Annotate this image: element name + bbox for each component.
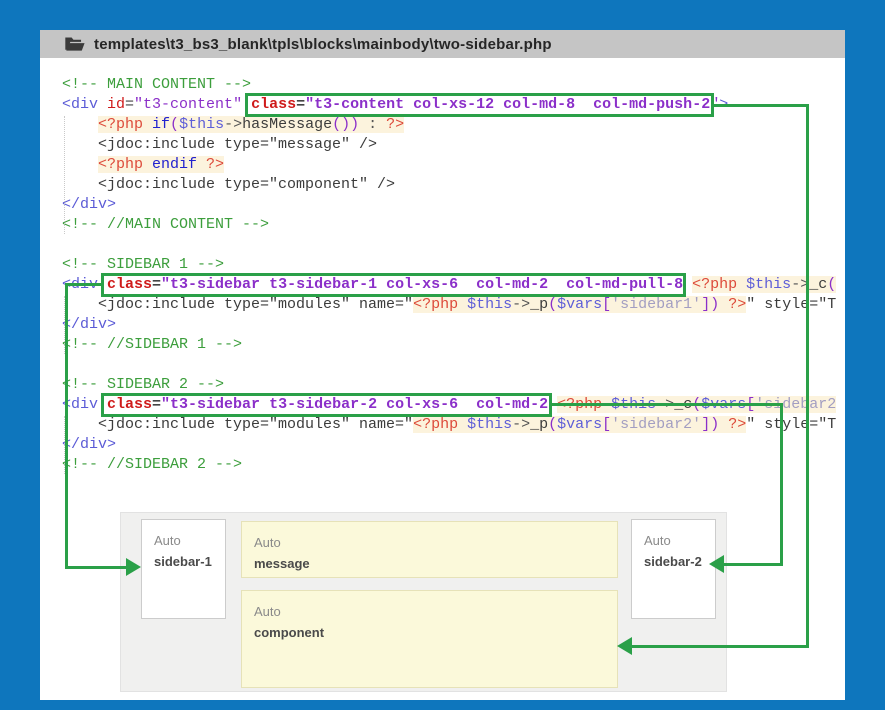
arrow-sidebar1-segment <box>65 283 104 286</box>
block-name-label: message <box>254 556 605 571</box>
block-name-label: sidebar-1 <box>154 554 213 569</box>
arrow-sidebar1-segment <box>65 283 68 569</box>
folder-open-icon <box>64 36 85 52</box>
block-name-label: component <box>254 625 605 640</box>
arrow-content-to-component-segment <box>711 104 809 107</box>
code-line: <!-- //SIDEBAR 1 --> <box>62 335 845 355</box>
arrow-sidebar2-segment <box>724 563 783 566</box>
file-path: templates\t3_bs3_blank\tpls\blocks\mainb… <box>94 36 552 53</box>
code-viewer-panel: templates\t3_bs3_blank\tpls\blocks\mainb… <box>40 30 845 700</box>
block-position-label: Auto <box>644 533 703 548</box>
code-line: <!-- //MAIN CONTENT --> <box>62 215 845 235</box>
arrow-content-to-component-segment <box>631 645 809 648</box>
code-line <box>62 355 845 375</box>
arrow-content-to-component-head <box>617 637 632 655</box>
code-line: <jdoc:include type="message" /> <box>62 135 845 155</box>
diagram-block-message: Auto message <box>241 521 618 578</box>
arrow-sidebar2-segment <box>549 403 783 406</box>
code-line: <?php if($this->hasMessage()) : ?> <box>62 115 845 135</box>
code-line: </div> <box>62 435 845 455</box>
code-line: <jdoc:include type="modules" name="<?php… <box>62 415 845 435</box>
arrow-sidebar1-segment <box>65 566 127 569</box>
code-line: <jdoc:include type="component" /> <box>62 175 845 195</box>
code-line <box>62 235 845 255</box>
code-line: <!-- MAIN CONTENT --> <box>62 75 845 95</box>
layout-diagram: Auto sidebar-1 Auto message Auto compone… <box>120 512 727 692</box>
diagram-block-sidebar-2: Auto sidebar-2 <box>631 519 716 619</box>
diagram-block-component: Auto component <box>241 590 618 688</box>
code-line: <!-- //SIDEBAR 2 --> <box>62 455 845 475</box>
highlight-box-sidebar1-class <box>101 273 686 297</box>
code-line: <!-- SIDEBAR 1 --> <box>62 255 845 275</box>
arrow-sidebar2-segment <box>780 403 783 566</box>
code-line: </div> <box>62 315 845 335</box>
code-line: <?php endif ?> <box>62 155 845 175</box>
screenshot-root: { "titlebar": { "path": "templates\\t3_b… <box>0 0 885 710</box>
code-line: </div> <box>62 195 845 215</box>
block-position-label: Auto <box>254 535 605 550</box>
indent-guide <box>64 116 65 234</box>
arrow-sidebar2-head <box>709 555 724 573</box>
arrow-content-to-component-segment <box>806 104 809 648</box>
block-position-label: Auto <box>154 533 213 548</box>
diagram-block-sidebar-1: Auto sidebar-1 <box>141 519 226 619</box>
block-name-label: sidebar-2 <box>644 554 703 569</box>
arrow-sidebar1-head <box>126 558 141 576</box>
titlebar: templates\t3_bs3_blank\tpls\blocks\mainb… <box>40 30 845 58</box>
highlight-box-sidebar2-class <box>101 393 552 417</box>
highlight-box-content-class <box>245 93 714 117</box>
code-line: <!-- SIDEBAR 2 --> <box>62 375 845 395</box>
code-line: <jdoc:include type="modules" name="<?php… <box>62 295 845 315</box>
block-position-label: Auto <box>254 604 605 619</box>
